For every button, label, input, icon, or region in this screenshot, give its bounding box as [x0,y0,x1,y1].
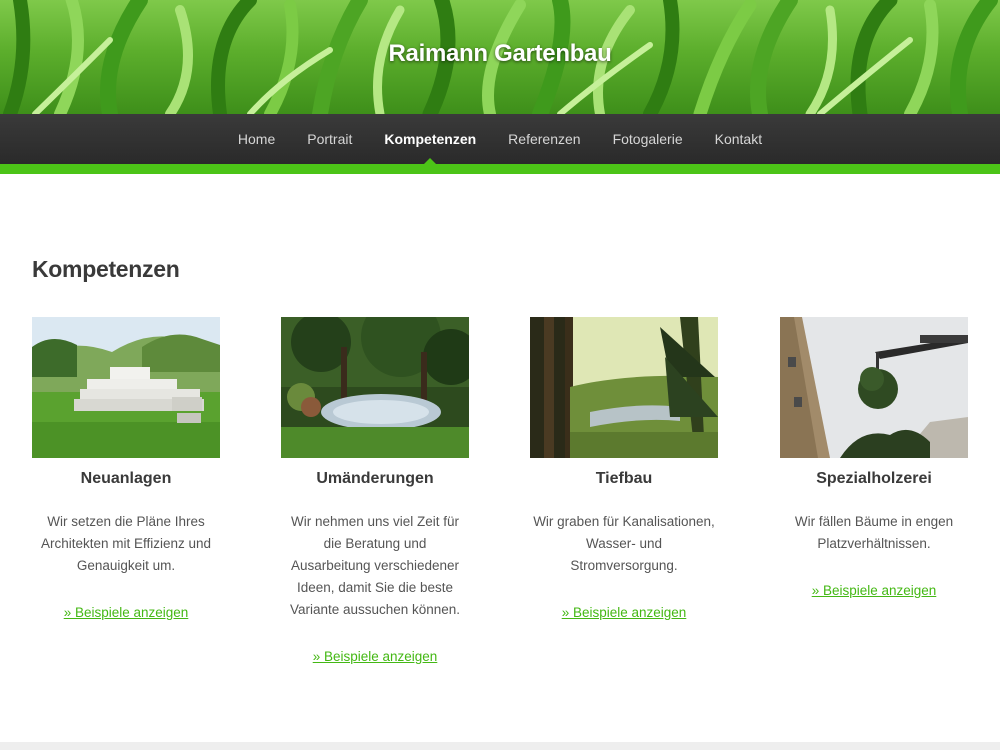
main-navigation: Home Portrait Kompetenzen Referenzen Fot… [0,114,1000,164]
card-spezialholzerei: Spezialholzerei Wir fällen Bäume in enge… [780,317,968,600]
accent-divider [0,164,1000,174]
card-neuanlagen: Neuanlagen Wir setzen die Pläne Ihres Ar… [32,317,220,622]
nav-item-home[interactable]: Home [222,114,291,164]
card-description: Wir graben für Kanalisationen, Wasser- u… [533,514,715,573]
card-umaenderungen: Umänderungen Wir nehmen uns viel Zeit fü… [281,317,469,666]
footer-strip [0,742,1000,750]
nav-item-referenzen[interactable]: Referenzen [492,114,596,164]
competence-cards: Neuanlagen Wir setzen die Pläne Ihres Ar… [32,317,968,677]
card-description: Wir setzen die Pläne Ihres Architekten m… [40,514,212,573]
card-title: Tiefbau [595,470,653,487]
card-link-neuanlagen[interactable]: » Beispiele anzeigen [64,605,189,620]
card-link-umaenderungen[interactable]: » Beispiele anzeigen [313,649,438,664]
site-title[interactable]: Raimann Gartenbau [0,40,1000,68]
nav-item-kompetenzen[interactable]: Kompetenzen [368,114,492,164]
page-title: Kompetenzen [32,256,180,282]
nav-item-fotogalerie[interactable]: Fotogalerie [597,114,699,164]
nav-item-portrait[interactable]: Portrait [291,114,368,164]
card-tiefbau: Tiefbau Wir graben für Kanalisationen, W… [530,317,718,622]
card-description: Wir fällen Bäume in engen Platzverhältni… [794,514,954,551]
photo-neuanlagen[interactable] [32,317,220,458]
photo-spezialholzerei[interactable] [780,317,968,458]
card-description: Wir nehmen uns viel Zeit für die Beratun… [289,514,461,617]
card-link-tiefbau[interactable]: » Beispiele anzeigen [562,605,687,620]
card-title: Spezialholzerei [816,470,932,487]
photo-umaenderungen[interactable] [281,317,469,458]
header-banner: Raimann Gartenbau [0,0,1000,114]
card-link-spezialholzerei[interactable]: » Beispiele anzeigen [812,583,937,598]
nav-item-kontakt[interactable]: Kontakt [699,114,778,164]
card-title: Neuanlagen [80,470,172,487]
card-title: Umänderungen [316,470,434,487]
photo-tiefbau[interactable] [530,317,718,458]
